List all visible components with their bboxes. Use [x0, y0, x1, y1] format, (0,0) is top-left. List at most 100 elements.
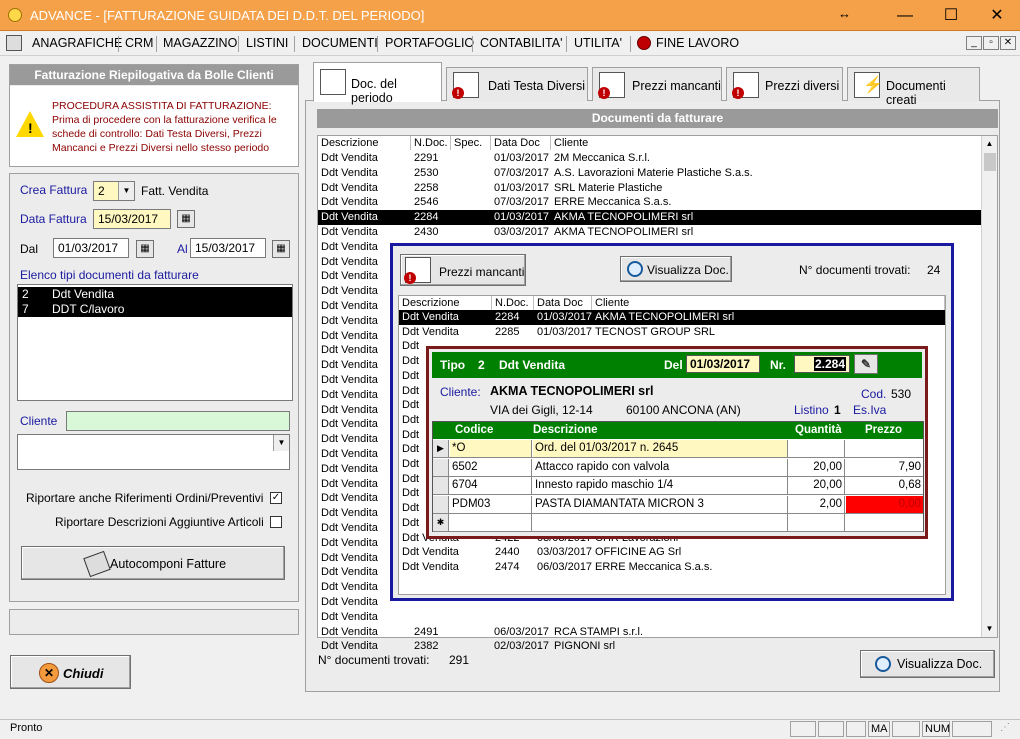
- calendar-icon[interactable]: ▦: [177, 210, 195, 228]
- cell-codice[interactable]: PDM03: [450, 495, 532, 513]
- table-row[interactable]: Ddt Vendita 2291 01/03/2017 2M Meccanica S.…: [318, 151, 981, 166]
- check1-checkbox[interactable]: ✓: [270, 492, 282, 504]
- detail-row[interactable]: 6704 Innesto rapido maschio 1/4 20,00 0,68: [433, 477, 923, 495]
- ndoc-value: 291: [449, 653, 470, 667]
- cell-quantita[interactable]: [789, 514, 845, 531]
- table-row[interactable]: Ddt Vendita 2284 01/03/2017 AKMA TECNOPOLIM…: [318, 210, 981, 226]
- table-row[interactable]: Ddt Vendita 2474 06/03/2017 ERRE Meccanica …: [399, 560, 945, 575]
- dal-field[interactable]: 01/03/2017: [53, 238, 129, 258]
- resize-grip[interactable]: ⋰: [1000, 722, 1010, 733]
- chiudi-button[interactable]: ✕ Chiudi: [10, 655, 131, 689]
- cliente-dropdown[interactable]: ▼: [17, 434, 290, 470]
- list-item[interactable]: 2 Ddt Vendita: [18, 287, 292, 302]
- cell-prezzo[interactable]: [846, 514, 923, 531]
- col-cliente[interactable]: Cliente: [551, 136, 982, 150]
- autocomponi-button[interactable]: Autocomponi Fatture: [21, 546, 285, 580]
- minimize-button[interactable]: —: [882, 0, 928, 31]
- col-ndoc[interactable]: N.Doc.: [411, 136, 451, 150]
- tab-prezzi-diversi[interactable]: ! Prezzi diversi: [726, 67, 843, 101]
- cell-descrizione-riga[interactable]: [533, 514, 788, 531]
- col-datadoc[interactable]: Data Doc: [491, 136, 551, 150]
- prezzi-mancanti-button[interactable]: ! Prezzi mancanti: [400, 254, 526, 286]
- cell-prezzo[interactable]: 0,00: [846, 495, 923, 513]
- menu-documenti[interactable]: DOCUMENTI: [302, 36, 378, 50]
- vertical-scrollbar[interactable]: ▲ ▼: [981, 136, 997, 637]
- tab-documenti-creati[interactable]: ⚡ Documenti creati: [847, 67, 980, 107]
- table-row[interactable]: Ddt Vendita 2440 03/03/2017 OFFICINE AG Srl: [399, 545, 945, 560]
- col-quantita[interactable]: Quantità: [795, 422, 842, 439]
- cell-descrizione-riga[interactable]: Innesto rapido maschio 1/4: [533, 477, 788, 494]
- cell-codice[interactable]: 6502: [450, 458, 532, 476]
- col-spec[interactable]: Spec.: [451, 136, 491, 150]
- menu-portafoglio[interactable]: PORTAFOGLIO: [385, 36, 474, 50]
- overlay-col-descrizione[interactable]: Descrizione: [399, 296, 492, 310]
- menu-magazzino[interactable]: MAGAZZINO: [163, 36, 237, 50]
- cell-codice[interactable]: [450, 514, 532, 531]
- detail-row[interactable]: ✱: [433, 514, 923, 532]
- calendar-icon[interactable]: ▦: [136, 240, 154, 258]
- detail-row[interactable]: ▶ *O Ord. del 01/03/2017 n. 2645: [433, 440, 923, 458]
- menu-utilita[interactable]: UTILITA': [574, 36, 622, 50]
- visualizza-doc-button[interactable]: Visualizza Doc.: [860, 650, 995, 678]
- tipi-list[interactable]: 2 Ddt Vendita 7 DDT C/lavoro: [17, 284, 293, 401]
- detail-row[interactable]: 6502 Attacco rapido con valvola 20,00 7,90: [433, 458, 923, 477]
- nr-field[interactable]: 2.284: [794, 355, 850, 373]
- cell-quantita[interactable]: [789, 440, 845, 457]
- col-prezzo[interactable]: Prezzo: [865, 422, 902, 439]
- edit-icon[interactable]: ✎: [854, 354, 878, 374]
- cell-quantita[interactable]: 20,00: [789, 477, 845, 494]
- close-button[interactable]: ✕: [974, 0, 1020, 31]
- chevron-down-icon[interactable]: ▼: [273, 435, 289, 451]
- tab-doc-periodo[interactable]: Doc. del periodo: [313, 62, 442, 105]
- menu-contabilita[interactable]: CONTABILITA': [480, 36, 563, 50]
- del-field[interactable]: 01/03/2017: [686, 355, 760, 373]
- overlay-col-datadoc[interactable]: Data Doc: [534, 296, 592, 310]
- al-field[interactable]: 15/03/2017: [190, 238, 266, 258]
- col-descrizione[interactable]: Descrizione: [318, 136, 411, 150]
- mdi-restore-button[interactable]: ▫: [983, 36, 999, 50]
- tab-prezzi-mancanti[interactable]: ! Prezzi mancanti: [592, 67, 722, 101]
- crea-fattura-select[interactable]: 2 ▼: [93, 181, 135, 201]
- table-row[interactable]: Ddt Vendita 2285 01/03/2017 TECNOST GROUP S…: [399, 325, 945, 340]
- tab-dati-testa[interactable]: ! Dati Testa Diversi: [446, 67, 588, 101]
- cell-codice[interactable]: 6704: [450, 477, 532, 494]
- scroll-thumb[interactable]: [984, 153, 996, 171]
- cliente-field[interactable]: [66, 411, 290, 431]
- calendar-icon[interactable]: ▦: [272, 240, 290, 258]
- cell-quantita[interactable]: 2,00: [789, 495, 845, 513]
- table-row[interactable]: Ddt Vendita 2546 07/03/2017 ERRE Meccanica …: [318, 195, 981, 210]
- menu-crm[interactable]: CRM: [125, 36, 153, 50]
- cell-prezzo[interactable]: 0,68: [846, 477, 923, 494]
- maximize-button[interactable]: ☐: [928, 0, 974, 31]
- table-row[interactable]: Ddt Vendita: [318, 610, 981, 625]
- table-row[interactable]: Ddt Vendita 2530 07/03/2017 A.S. Lavorazion…: [318, 166, 981, 181]
- overlay-col-cliente[interactable]: Cliente: [592, 296, 945, 310]
- table-row[interactable]: Ddt Vendita 2258 01/03/2017 SRL Materie Pla…: [318, 181, 981, 196]
- cell-quantita[interactable]: 20,00: [789, 458, 845, 476]
- cell-prezzo[interactable]: [846, 440, 923, 457]
- overlay-col-ndoc[interactable]: N.Doc.: [492, 296, 534, 310]
- cell-codice[interactable]: *O: [450, 440, 532, 457]
- cell-prezzo[interactable]: 7,90: [846, 458, 923, 476]
- table-row[interactable]: Ddt Vendita 2491 06/03/2017 RCA STAMPI s.r.…: [318, 625, 981, 640]
- data-fattura-field[interactable]: 15/03/2017: [93, 209, 171, 229]
- detail-lines-grid[interactable]: Codice Descrizione Quantità Prezzo ▶ *O Or…: [432, 421, 924, 532]
- cell-descrizione-riga[interactable]: Ord. del 01/03/2017 n. 2645: [533, 440, 788, 457]
- col-codice[interactable]: Codice: [455, 422, 493, 439]
- table-row[interactable]: Ddt Vendita 2284 01/03/2017 AKMA TECNOPOLIM…: [399, 310, 945, 325]
- menu-fine-lavoro[interactable]: FINE LAVORO: [656, 36, 739, 50]
- detail-row[interactable]: PDM03 PASTA DIAMANTATA MICRON 3 2,00 0,00: [433, 495, 923, 514]
- mdi-minimize-button[interactable]: _: [966, 36, 982, 50]
- check2-checkbox[interactable]: [270, 516, 282, 528]
- cell-descrizione-riga[interactable]: PASTA DIAMANTATA MICRON 3: [533, 495, 788, 513]
- cell-descrizione: Ddt Vendita: [321, 403, 378, 416]
- table-row[interactable]: Ddt Vendita 2430 03/03/2017 AKMA TECNOPOLIM…: [318, 225, 981, 240]
- mdi-close-button[interactable]: ✕: [1000, 36, 1016, 50]
- col-descrizione-riga[interactable]: Descrizione: [533, 422, 598, 439]
- menu-listini[interactable]: LISTINI: [246, 36, 288, 50]
- system-menu-icon[interactable]: [6, 35, 22, 51]
- overlay-visualizza-button[interactable]: Visualizza Doc.: [620, 256, 732, 282]
- menu-anagrafiche[interactable]: ANAGRAFICHE: [32, 36, 122, 50]
- list-item[interactable]: 7 DDT C/lavoro: [18, 302, 292, 317]
- cell-descrizione-riga[interactable]: Attacco rapido con valvola: [533, 458, 788, 476]
